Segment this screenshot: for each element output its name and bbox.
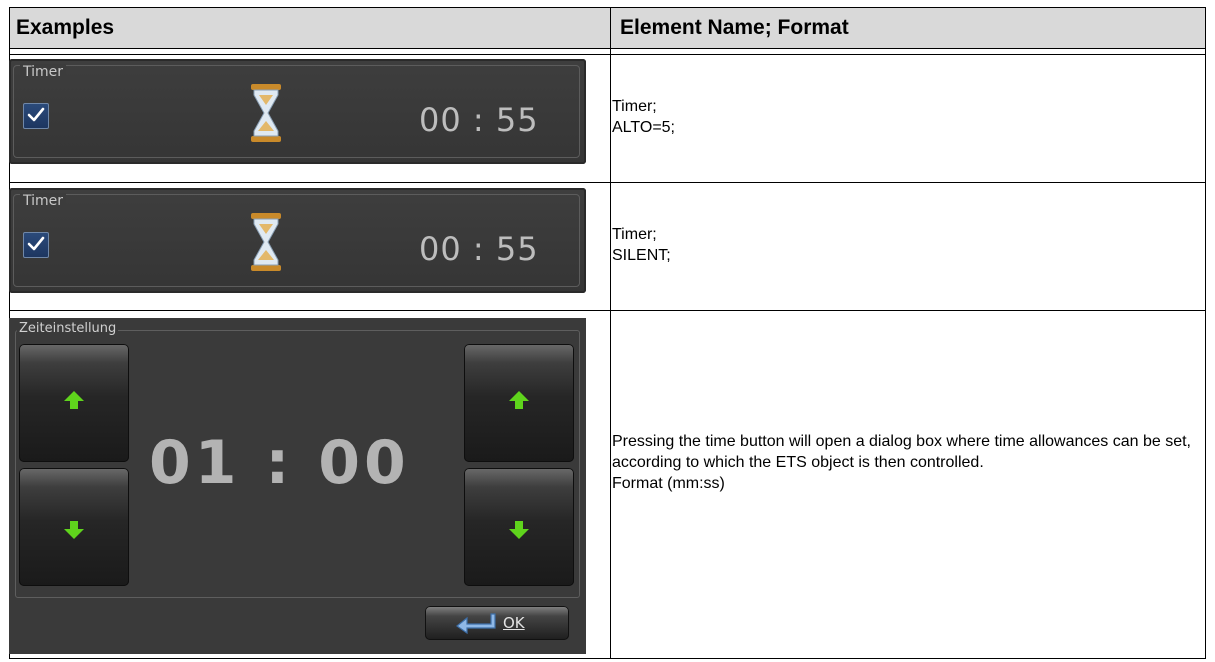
arrow-down-icon bbox=[64, 521, 84, 539]
timer-legend: Timer bbox=[20, 64, 67, 80]
minutes-up-button[interactable] bbox=[19, 344, 129, 462]
row-description: Pressing the time button will open a dia… bbox=[612, 433, 1191, 492]
time-dialog: Zeiteinstellung 01 : 00 OK bbox=[9, 318, 586, 654]
column-divider bbox=[610, 8, 611, 658]
row-description: Timer; SILENT; bbox=[612, 226, 671, 264]
hourglass-icon bbox=[251, 84, 281, 142]
divider bbox=[10, 182, 1205, 183]
enter-icon bbox=[455, 613, 496, 634]
divider bbox=[10, 54, 1205, 55]
ok-button[interactable]: OK bbox=[425, 606, 569, 640]
timer-widget[interactable]: Timer 00 : 55 bbox=[9, 59, 586, 164]
table-header: Examples Element Name; Format bbox=[10, 8, 1205, 49]
header-examples: Examples bbox=[16, 16, 115, 39]
arrow-up-icon bbox=[509, 391, 529, 409]
timer-value: 00 : 55 bbox=[419, 230, 539, 268]
timer-checkbox[interactable] bbox=[23, 103, 49, 129]
timer-legend: Timer bbox=[20, 193, 67, 209]
ok-label: OK bbox=[503, 614, 525, 632]
timer-value: 00 : 55 bbox=[419, 101, 539, 139]
row-description: Timer; ALTO=5; bbox=[612, 98, 675, 136]
header-element-name: Element Name; Format bbox=[620, 16, 849, 39]
timer-checkbox[interactable] bbox=[23, 232, 49, 258]
timer-widget[interactable]: Timer 00 : 55 bbox=[9, 188, 586, 293]
hourglass-icon bbox=[251, 213, 281, 271]
arrow-up-icon bbox=[64, 391, 84, 409]
dialog-legend: Zeiteinstellung bbox=[17, 321, 119, 336]
time-display[interactable]: 01 : 00 bbox=[149, 428, 410, 498]
checkmark-icon bbox=[27, 236, 45, 251]
seconds-down-button[interactable] bbox=[464, 468, 574, 586]
arrow-down-icon bbox=[509, 521, 529, 539]
checkmark-icon bbox=[27, 107, 45, 122]
divider bbox=[10, 310, 1205, 311]
seconds-up-button[interactable] bbox=[464, 344, 574, 462]
minutes-down-button[interactable] bbox=[19, 468, 129, 586]
